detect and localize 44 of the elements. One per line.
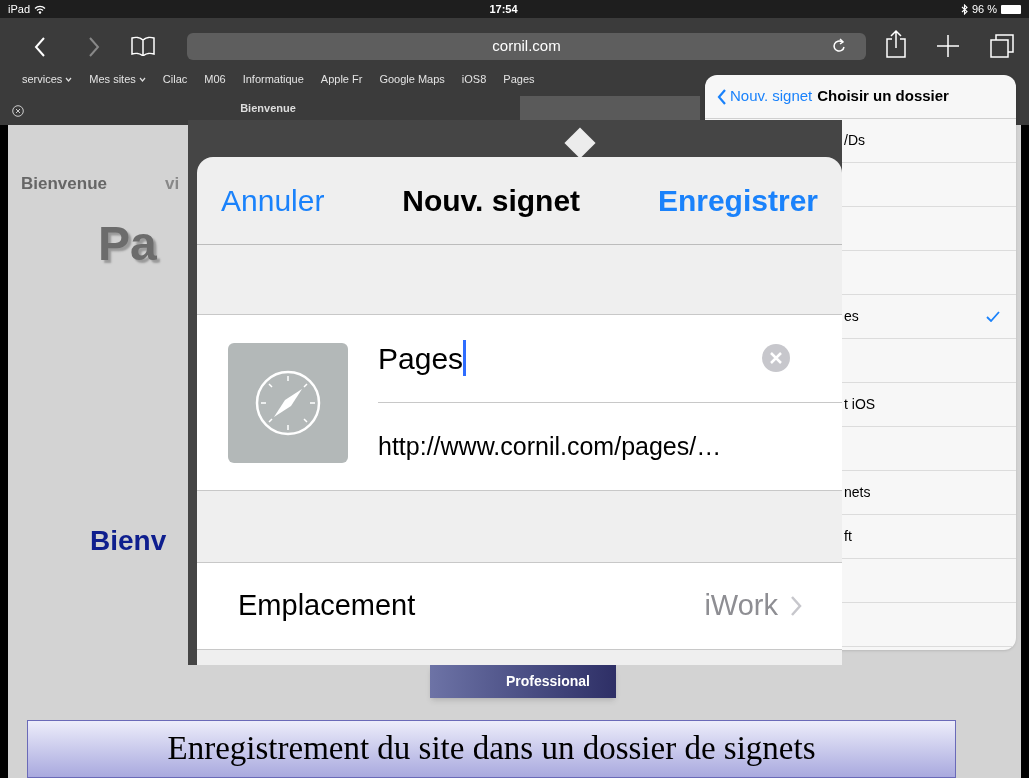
folder-name: ft [844,527,853,546]
bookmark-link[interactable]: iOS8 [461,71,487,88]
folder-name: /Ds [844,131,866,150]
chevron-down-icon [65,76,73,82]
bookmark-folder[interactable]: services [22,71,73,88]
add-icon[interactable] [936,34,960,58]
close-tab-icon[interactable] [12,104,24,117]
bookmark-link[interactable]: Pages [503,71,535,88]
clock: 17:54 [489,1,518,17]
tabs-icon[interactable] [990,34,1014,58]
bookmark-folder[interactable]: Mes sites [89,71,146,88]
folder-name: es [844,307,860,326]
chevron-right-icon [790,595,802,617]
wifi-icon [34,4,47,14]
sheet-title: Nouv. signet [402,183,581,219]
popover-title: Choisir un dossier [817,86,949,107]
back-icon[interactable] [34,37,46,57]
book-icon[interactable] [131,36,155,56]
nav-link[interactable]: Bienvenue [21,171,107,197]
bookmark-link[interactable]: Cilac [162,71,188,88]
page-heading: Bienv [90,524,167,558]
url-text: http://www.cornil.com/pages/… [378,430,722,462]
location-row[interactable]: Emplacement iWork [197,563,842,650]
chevron-down-icon [138,76,146,82]
compass-icon [255,369,321,436]
bluetooth-icon [960,3,968,15]
back-button[interactable]: Nouv. signet [717,85,813,108]
reload-icon[interactable] [832,38,846,54]
battery-percent: 96 % [971,1,997,17]
battery-icon [1001,4,1021,14]
chevron-left-icon [717,87,727,106]
caption-banner: Enregistrement du site dans un dossier de signets [27,720,956,778]
bookmark-link[interactable]: Informatique [242,71,304,88]
bookmark-link[interactable]: Apple Fr [320,71,363,88]
certification-badge: Professional [430,665,616,698]
share-icon[interactable] [885,29,907,59]
forward-icon[interactable] [88,37,100,57]
site-logo-text: Pa [98,216,157,272]
address-bar[interactable]: cornil.com [187,33,866,60]
folder-name: nets [844,483,872,502]
bookmark-link[interactable]: Google Maps [379,71,445,88]
device-label: iPad [8,1,31,17]
bookmark-link[interactable]: M06 [204,71,226,88]
folder-name: t iOS [844,395,877,414]
